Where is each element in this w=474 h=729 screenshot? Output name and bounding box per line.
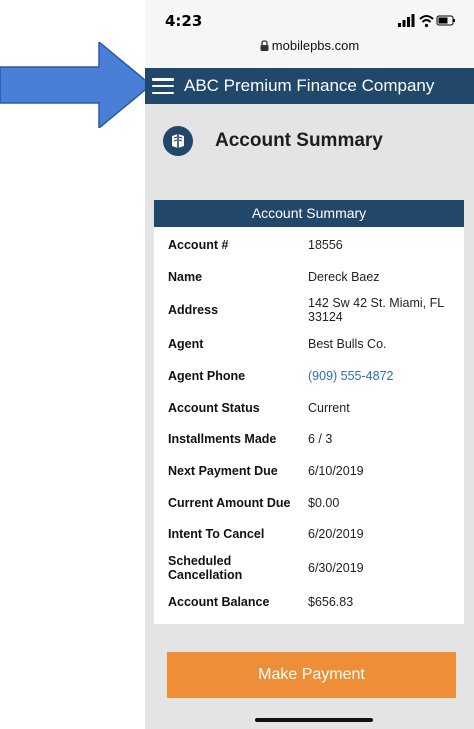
row-label: Address — [168, 303, 219, 318]
card-header: Account Summary — [154, 200, 464, 227]
row-label: Agent Phone — [168, 368, 246, 383]
row-value: 6/20/2019 — [308, 527, 364, 542]
row-value: Dereck Baez — [308, 269, 380, 284]
row-label: Name — [168, 269, 203, 284]
row-label: Intent To Cancel — [168, 527, 265, 542]
row-label: Agent — [168, 337, 204, 352]
row-value: 142 Sw 42 St. Miami, FL 33124 — [308, 296, 444, 325]
account-summary-icon — [163, 126, 193, 156]
row-name: Name Dereck Baez — [154, 261, 464, 293]
row-label: Scheduled Cancellation — [168, 554, 243, 583]
row-value: 6 / 3 — [308, 432, 333, 447]
row-account-balance: Account Balance $656.83 — [154, 586, 464, 618]
home-indicator[interactable] — [255, 718, 373, 722]
signal-icon — [398, 14, 415, 27]
row-value: $0.00 — [308, 495, 340, 510]
row-value: $656.83 — [308, 595, 354, 610]
app-title: ABC Premium Finance Company — [184, 76, 435, 95]
row-address: Address 142 Sw 42 St. Miami, FL 33124 — [154, 292, 464, 328]
row-value: Best Bulls Co. — [308, 337, 387, 352]
row-label: Current Amount Due — [168, 495, 291, 510]
agent-phone-link[interactable]: (909) 555-4872 — [308, 369, 458, 383]
status-icons — [398, 14, 455, 28]
lock-icon — [260, 40, 269, 51]
account-summary-card: Account Summary Account # 18556 Name Der… — [154, 200, 464, 624]
row-value: 6/30/2019 — [308, 561, 364, 576]
app-header: ABC Premium Finance Company — [145, 68, 474, 104]
row-label: Next Payment Due — [168, 463, 278, 478]
row-scheduled-cancellation: Scheduled Cancellation 6/30/2019 — [154, 550, 464, 586]
row-next-payment-due: Next Payment Due 6/10/2019 — [154, 455, 464, 487]
hamburger-menu-icon[interactable] — [152, 78, 174, 94]
url-text: mobilepbs.com — [271, 38, 360, 53]
row-intent-to-cancel: Intent To Cancel 6/20/2019 — [154, 519, 464, 551]
phone-screen: 4:23 mobilepbs.com ABC Premium Finance C… — [145, 0, 474, 729]
row-label: Account # — [168, 237, 229, 252]
row-label: Installments Made — [168, 432, 277, 447]
browser-status-bar: 4:23 mobilepbs.com — [145, 0, 474, 68]
row-label: Account Balance — [168, 595, 270, 610]
row-account-number: Account # 18556 — [154, 229, 464, 261]
summary-rows: Account # 18556 Name Dereck Baez Address… — [154, 227, 464, 618]
row-value: Current — [308, 400, 350, 415]
make-payment-button[interactable]: Make Payment — [167, 652, 456, 698]
wifi-icon — [419, 15, 434, 28]
row-value: 18556 — [308, 237, 343, 252]
row-current-amount-due: Current Amount Due $0.00 — [154, 487, 464, 519]
annotation-arrow — [0, 42, 152, 128]
row-account-status: Account Status Current — [154, 392, 464, 424]
row-installments-made: Installments Made 6 / 3 — [154, 423, 464, 455]
row-label: Account Status — [168, 400, 260, 415]
row-value: 6/10/2019 — [308, 463, 364, 478]
page-heading: Account Summary — [163, 126, 383, 156]
battery-icon — [436, 15, 455, 26]
row-agent: Agent Best Bulls Co. — [154, 328, 464, 360]
status-time: 4:23 — [165, 12, 203, 30]
row-agent-phone: Agent Phone (909) 555-4872 — [154, 360, 464, 392]
page-title: Account Summary — [215, 130, 383, 151]
address-bar[interactable]: mobilepbs.com — [145, 38, 474, 53]
